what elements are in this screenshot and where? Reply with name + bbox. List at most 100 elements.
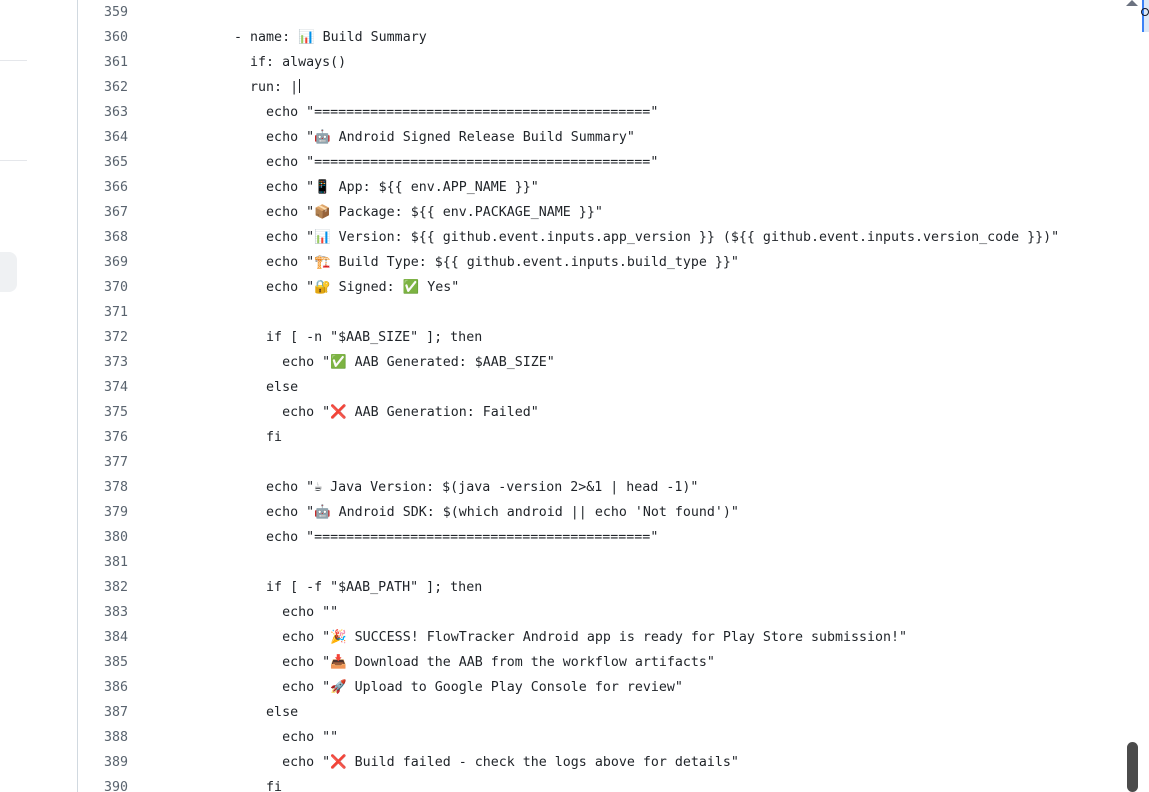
line-number[interactable]: 377 — [78, 450, 128, 475]
code-line[interactable]: 373 echo "✅ AAB Generated: $AAB_SIZE" — [78, 350, 1092, 375]
line-text[interactable]: run: | — [186, 75, 301, 100]
code-line[interactable]: 360 - name: 📊 Build Summary — [78, 25, 1092, 50]
line-number[interactable]: 387 — [78, 700, 128, 725]
line-number[interactable]: 371 — [78, 300, 128, 325]
scroll-up-arrow-icon[interactable] — [1126, 0, 1138, 6]
code-line[interactable]: 370 echo "🔐 Signed: ✅ Yes" — [78, 275, 1092, 300]
side-panel-tab[interactable] — [1142, 0, 1149, 32]
line-number[interactable]: 379 — [78, 500, 128, 525]
settings-icon[interactable] — [1141, 8, 1149, 16]
code-line[interactable]: 369 echo "🏗️ Build Type: ${{ github.even… — [78, 250, 1092, 275]
line-text[interactable]: if [ -f "$AAB_PATH" ]; then — [186, 575, 482, 600]
code-line[interactable]: 375 echo "❌ AAB Generation: Failed" — [78, 400, 1092, 425]
line-text[interactable]: echo "🚀 Upload to Google Play Console fo… — [186, 675, 683, 700]
line-number[interactable]: 364 — [78, 125, 128, 150]
line-text[interactable]: echo "📦 Package: ${{ env.PACKAGE_NAME }}… — [186, 200, 603, 225]
line-text[interactable]: echo "🔐 Signed: ✅ Yes" — [186, 275, 459, 300]
line-number[interactable]: 370 — [78, 275, 128, 300]
line-number[interactable]: 386 — [78, 675, 128, 700]
line-text[interactable]: echo "==================================… — [186, 525, 658, 550]
code-line[interactable]: 376 fi — [78, 425, 1092, 450]
line-number[interactable]: 366 — [78, 175, 128, 200]
code-line[interactable]: 367 echo "📦 Package: ${{ env.PACKAGE_NAM… — [78, 200, 1092, 225]
line-number[interactable]: 367 — [78, 200, 128, 225]
code-line[interactable]: 380 echo "==============================… — [78, 525, 1092, 550]
line-number[interactable]: 361 — [78, 50, 128, 75]
code-line[interactable]: 362 run: | — [78, 75, 1092, 100]
line-number[interactable]: 365 — [78, 150, 128, 175]
code-lines: 359 360 - name: 📊 Build Summary 361 if: al… — [78, 0, 1092, 792]
line-number[interactable]: 373 — [78, 350, 128, 375]
code-line[interactable]: 378 echo "☕ Java Version: $(java -versio… — [78, 475, 1092, 500]
line-text[interactable]: echo "✅ AAB Generated: $AAB_SIZE" — [186, 350, 555, 375]
line-number[interactable]: 376 — [78, 425, 128, 450]
line-number[interactable]: 385 — [78, 650, 128, 675]
code-line[interactable]: 388 echo "" — [78, 725, 1092, 750]
line-number[interactable]: 384 — [78, 625, 128, 650]
line-number[interactable]: 359 — [78, 0, 128, 25]
code-line[interactable]: 364 echo "🤖 Android Signed Release Build… — [78, 125, 1092, 150]
code-line[interactable]: 386 echo "🚀 Upload to Google Play Consol… — [78, 675, 1092, 700]
line-text[interactable]: echo "🤖 Android Signed Release Build Sum… — [186, 125, 635, 150]
code-line[interactable]: 390 fi — [78, 775, 1092, 792]
code-line[interactable]: 359 — [78, 0, 1092, 25]
code-line[interactable]: 363 echo "==============================… — [78, 100, 1092, 125]
line-text[interactable]: echo "📱 App: ${{ env.APP_NAME }}" — [186, 175, 539, 200]
line-number[interactable]: 374 — [78, 375, 128, 400]
code-line[interactable]: 382 if [ -f "$AAB_PATH" ]; then — [78, 575, 1092, 600]
code-line[interactable]: 371 — [78, 300, 1092, 325]
line-number[interactable]: 362 — [78, 75, 128, 100]
line-number[interactable]: 389 — [78, 750, 128, 775]
line-text[interactable]: fi — [186, 425, 282, 450]
line-number[interactable]: 372 — [78, 325, 128, 350]
code-line[interactable]: 368 echo "📊 Version: ${{ github.event.in… — [78, 225, 1092, 250]
code-line[interactable]: 361 if: always() — [78, 50, 1092, 75]
scrollbar-track[interactable] — [1127, 0, 1139, 792]
line-text[interactable]: echo "🤖 Android SDK: $(which android || … — [186, 500, 739, 525]
code-line[interactable]: 379 echo "🤖 Android SDK: $(which android… — [78, 500, 1092, 525]
code-line[interactable]: 384 echo "🎉 SUCCESS! FlowTracker Android… — [78, 625, 1092, 650]
code-line[interactable]: 385 echo "📥 Download the AAB from the wo… — [78, 650, 1092, 675]
line-text[interactable]: echo "" — [186, 725, 338, 750]
line-number[interactable]: 383 — [78, 600, 128, 625]
code-line[interactable]: 377 — [78, 450, 1092, 475]
code-line[interactable]: 387 else — [78, 700, 1092, 725]
line-text[interactable]: echo "☕ Java Version: $(java -version 2>… — [186, 475, 698, 500]
code-line[interactable]: 383 echo "" — [78, 600, 1092, 625]
line-text[interactable]: echo "🏗️ Build Type: ${{ github.event.in… — [186, 250, 739, 275]
line-text[interactable]: echo "📊 Version: ${{ github.event.inputs… — [186, 225, 1059, 250]
line-text[interactable]: else — [186, 700, 298, 725]
sidebar-divider — [0, 60, 27, 61]
line-number[interactable]: 388 — [78, 725, 128, 750]
line-number[interactable]: 363 — [78, 100, 128, 125]
line-text[interactable]: echo "❌ AAB Generation: Failed" — [186, 400, 539, 425]
sidebar-toggle-button[interactable] — [0, 252, 17, 292]
line-number[interactable]: 369 — [78, 250, 128, 275]
code-line[interactable]: 381 — [78, 550, 1092, 575]
line-number[interactable]: 368 — [78, 225, 128, 250]
line-text[interactable]: fi — [186, 775, 282, 792]
code-line[interactable]: 366 echo "📱 App: ${{ env.APP_NAME }}" — [78, 175, 1092, 200]
line-text[interactable]: if [ -n "$AAB_SIZE" ]; then — [186, 325, 482, 350]
code-line[interactable]: 372 if [ -n "$AAB_SIZE" ]; then — [78, 325, 1092, 350]
code-line[interactable]: 389 echo "❌ Build failed - check the log… — [78, 750, 1092, 775]
line-number[interactable]: 375 — [78, 400, 128, 425]
line-text[interactable]: if: always() — [186, 50, 346, 75]
line-number[interactable]: 390 — [78, 775, 128, 792]
line-number[interactable]: 381 — [78, 550, 128, 575]
line-text[interactable]: echo "==================================… — [186, 100, 658, 125]
line-text[interactable]: - name: 📊 Build Summary — [186, 25, 427, 50]
line-text[interactable]: echo "❌ Build failed - check the logs ab… — [186, 750, 739, 775]
line-text[interactable]: echo "==================================… — [186, 150, 658, 175]
line-number[interactable]: 380 — [78, 525, 128, 550]
line-number[interactable]: 382 — [78, 575, 128, 600]
line-number[interactable]: 378 — [78, 475, 128, 500]
line-text[interactable]: echo "🎉 SUCCESS! FlowTracker Android app… — [186, 625, 907, 650]
scrollbar-thumb[interactable] — [1127, 742, 1138, 792]
code-line[interactable]: 374 else — [78, 375, 1092, 400]
code-line[interactable]: 365 echo "==============================… — [78, 150, 1092, 175]
line-text[interactable]: echo "📥 Download the AAB from the workfl… — [186, 650, 715, 675]
line-number[interactable]: 360 — [78, 25, 128, 50]
line-text[interactable]: echo "" — [186, 600, 338, 625]
line-text[interactable]: else — [186, 375, 298, 400]
